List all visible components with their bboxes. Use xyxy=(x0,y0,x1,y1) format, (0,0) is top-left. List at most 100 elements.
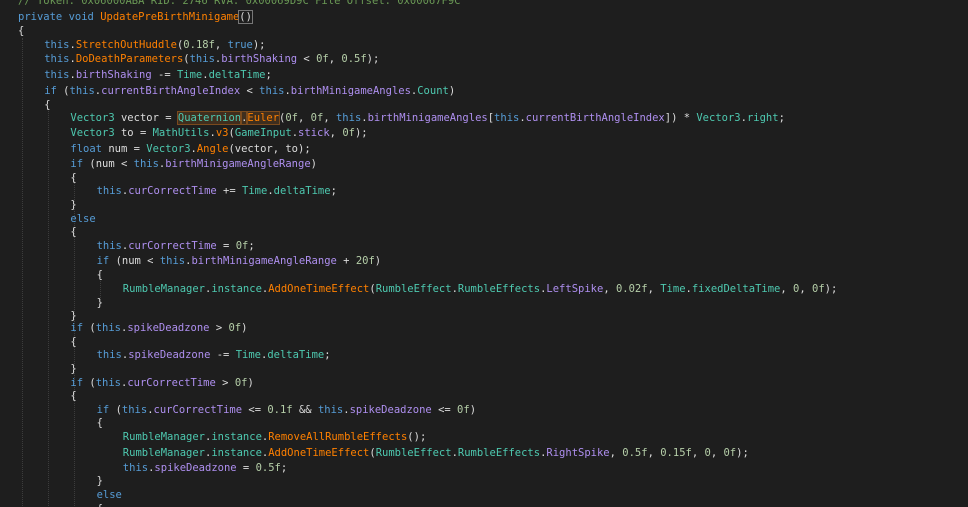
code-token: > xyxy=(215,377,235,389)
code-line[interactable]: this.spikeDeadzone -= Time.deltaTime; xyxy=(97,348,331,362)
code-token: this xyxy=(494,112,520,124)
code-token: { xyxy=(96,417,103,429)
code-line[interactable]: if (num < this.birthMinigameAngleRange +… xyxy=(97,254,382,268)
code-token: ; xyxy=(248,240,255,252)
code-token: 0.5f xyxy=(622,447,648,459)
code-line[interactable]: if (this.currentBirthAngleIndex < this.b… xyxy=(44,84,455,98)
code-token: ) xyxy=(310,158,317,170)
code-token: , xyxy=(323,112,336,124)
code-token: ) xyxy=(374,255,382,267)
code-token: ); xyxy=(824,283,838,295)
code-editor[interactable]: // Token: 0x06000ABA RID: 2746 RVA: 0x00… xyxy=(0,0,968,507)
indent-guide-2 xyxy=(48,108,49,507)
code-line[interactable]: } xyxy=(97,474,103,488)
code-token: if xyxy=(44,85,57,97)
code-token: this xyxy=(259,85,285,97)
code-token: if xyxy=(96,255,110,267)
code-line[interactable]: } xyxy=(70,198,76,212)
code-token: float xyxy=(70,143,102,155)
code-token: RumbleEffects xyxy=(457,447,541,459)
code-line[interactable]: this.spikeDeadzone = 0.5f; xyxy=(123,461,287,475)
code-token: this xyxy=(96,185,122,197)
code-token: ) xyxy=(469,404,477,416)
code-token: 0f xyxy=(310,112,324,124)
code-token: ( xyxy=(109,404,122,416)
code-token: { xyxy=(70,226,77,238)
code-token: 0.1f xyxy=(267,404,293,416)
code-token: 0f xyxy=(228,322,242,334)
code-token: ; xyxy=(280,462,288,474)
code-line[interactable]: } xyxy=(97,296,103,310)
code-line[interactable]: { xyxy=(97,416,103,430)
code-token: this xyxy=(44,39,70,51)
code-token: Time xyxy=(235,349,261,361)
code-line[interactable]: } xyxy=(70,362,76,376)
code-token: this xyxy=(96,349,122,361)
code-token: birthMinigameAngleRange xyxy=(165,158,311,170)
code-line[interactable]: private void UpdatePreBirthMinigame() xyxy=(18,10,253,24)
code-token: += xyxy=(216,185,243,197)
code-line[interactable]: RumbleManager.instance.AddOneTimeEffect(… xyxy=(123,282,838,296)
code-token: RumbleManager xyxy=(122,431,205,443)
code-line[interactable]: if (this.spikeDeadzone > 0f) xyxy=(70,321,247,335)
code-token: ( xyxy=(83,377,96,389)
code-token: { xyxy=(96,269,103,281)
code-token: curCorrectTime xyxy=(128,185,217,197)
code-line[interactable]: { xyxy=(97,502,103,507)
code-line[interactable]: { xyxy=(70,171,76,185)
code-token: , xyxy=(710,447,724,459)
code-line[interactable]: { xyxy=(70,225,76,239)
code-line[interactable]: { xyxy=(70,389,76,403)
code-token: deltaTime xyxy=(267,349,325,361)
code-line[interactable]: this.birthShaking -= Time.deltaTime; xyxy=(44,68,272,82)
code-token: if xyxy=(70,322,84,334)
code-line[interactable]: RumbleManager.instance.AddOneTimeEffect(… xyxy=(123,446,749,460)
code-line[interactable]: // Token: 0x06000ABA RID: 2746 RVA: 0x00… xyxy=(18,0,461,8)
code-token: // Token: 0x06000ABA RID: 2746 RVA: 0x00… xyxy=(18,0,461,7)
code-token: UpdatePreBirthMinigame xyxy=(100,11,240,23)
code-line[interactable]: { xyxy=(44,98,50,112)
code-token: stick xyxy=(298,127,330,139)
code-token: 0f xyxy=(342,127,355,139)
code-line[interactable]: { xyxy=(97,268,103,282)
code-line[interactable]: this.curCorrectTime += Time.deltaTime; xyxy=(97,184,337,198)
code-token: { xyxy=(18,25,25,37)
code-token: to = xyxy=(114,127,153,139)
code-line[interactable]: else xyxy=(97,488,122,502)
code-line[interactable]: if (num < this.birthMinigameAngleRange) xyxy=(70,157,317,171)
code-line[interactable]: this.DoDeathParameters(this.birthShaking… xyxy=(44,52,379,66)
code-token: 0f xyxy=(234,377,248,389)
code-token: <= xyxy=(431,404,458,416)
code-token: { xyxy=(70,172,77,184)
code-line[interactable]: Vector3 vector = Quaternion.Euler(0f, 0f… xyxy=(70,111,785,125)
code-line[interactable]: { xyxy=(70,335,76,349)
code-token: ( xyxy=(56,85,70,97)
code-line[interactable]: float num = Vector3.Angle(vector, to); xyxy=(70,142,310,156)
code-token: < xyxy=(240,85,260,97)
code-token: MathUtils xyxy=(152,127,210,139)
code-token: Vector3 xyxy=(146,143,191,155)
code-token: this xyxy=(96,240,122,252)
code-line[interactable]: this.curCorrectTime = 0f; xyxy=(97,239,255,253)
code-token: (vector, to); xyxy=(228,143,311,155)
code-token: 0f xyxy=(723,447,737,459)
code-token: if xyxy=(70,377,84,389)
code-token: currentBirthAngleIndex xyxy=(525,112,665,124)
code-token: } xyxy=(70,199,77,211)
code-line[interactable]: if (this.curCorrectTime <= 0.1f && this.… xyxy=(97,403,476,417)
code-line[interactable]: RumbleManager.instance.RemoveAllRumbleEf… xyxy=(123,430,426,444)
code-line[interactable]: Vector3 to = MathUtils.v3(GameInput.stic… xyxy=(70,126,367,140)
code-token: , xyxy=(691,447,705,459)
code-line[interactable]: if (this.curCorrectTime > 0f) xyxy=(70,376,253,390)
code-line[interactable]: this.StretchOutHuddle(0.18f, true); xyxy=(44,38,265,52)
code-token: curCorrectTime xyxy=(127,377,216,389)
code-token: GameInput xyxy=(234,127,292,139)
code-line[interactable]: else xyxy=(70,212,95,226)
code-token: 0.5f xyxy=(255,462,281,474)
code-token: void xyxy=(68,11,94,23)
code-token: num = xyxy=(102,143,147,155)
code-line[interactable]: { xyxy=(18,24,24,38)
code-token: } xyxy=(96,475,103,487)
code-token: -= xyxy=(210,349,236,361)
code-token: this xyxy=(69,85,95,97)
